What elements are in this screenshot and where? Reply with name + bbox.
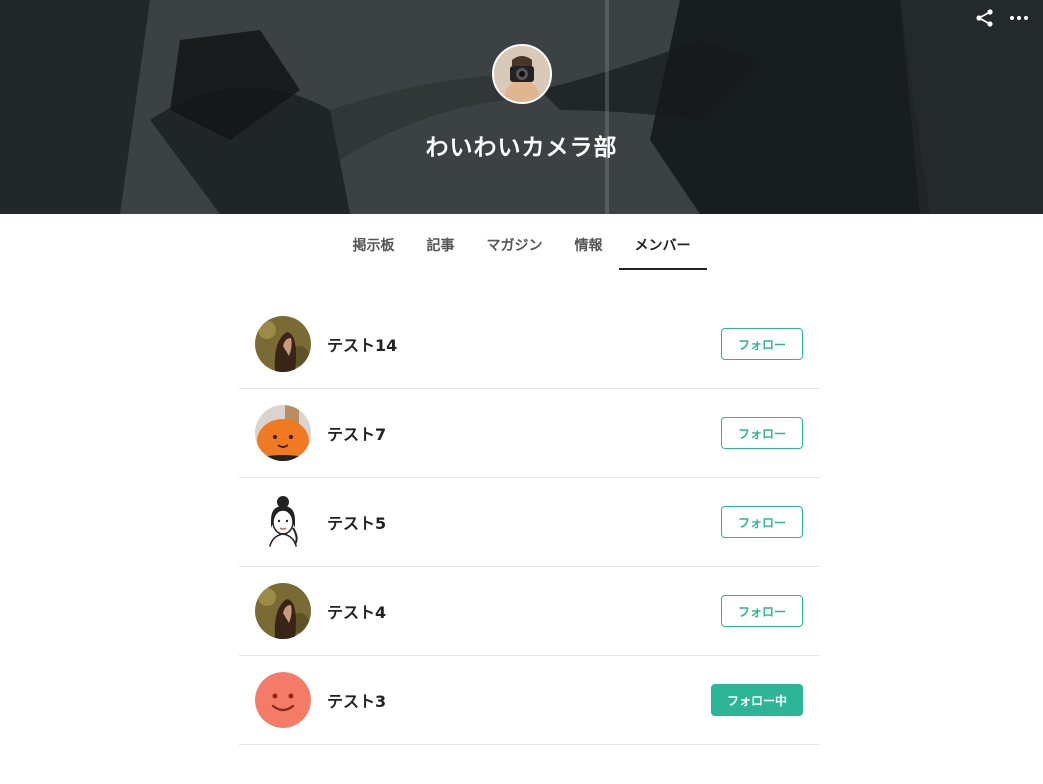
member-name[interactable]: テスト5: [327, 510, 721, 534]
more-icon[interactable]: [1007, 6, 1031, 30]
follow-button[interactable]: フォロー: [721, 595, 803, 627]
member-name[interactable]: テスト7: [327, 421, 721, 445]
member-row: テスト7 フォロー: [239, 389, 819, 478]
member-name[interactable]: テスト4: [327, 599, 721, 623]
follow-button[interactable]: フォロー: [721, 417, 803, 449]
follow-button[interactable]: フォロー: [721, 506, 803, 538]
member-avatar[interactable]: [255, 494, 311, 550]
circle-tabs: 掲示板 記事 マガジン 情報 メンバー: [0, 226, 1043, 270]
tab-members[interactable]: メンバー: [618, 226, 707, 270]
smiley-face-icon: [255, 672, 311, 728]
header-photo: [0, 0, 1043, 214]
tab-articles[interactable]: 記事: [411, 226, 471, 270]
member-avatar[interactable]: [255, 405, 311, 461]
member-avatar[interactable]: [255, 672, 311, 728]
member-row: テスト5 フォロー: [239, 478, 819, 567]
share-icon[interactable]: [973, 6, 997, 30]
follow-button[interactable]: フォロー: [721, 328, 803, 360]
member-name[interactable]: テスト3: [327, 688, 711, 712]
member-row: テスト14 フォロー: [239, 300, 819, 389]
circle-title: わいわいカメラ部: [425, 135, 618, 161]
member-avatar[interactable]: [255, 316, 311, 372]
circle-avatar: [492, 44, 552, 104]
tab-magazines[interactable]: マガジン: [471, 226, 559, 270]
member-row: テスト4 フォロー: [239, 567, 819, 656]
member-list: テスト14 フォロー テスト7 フォロー テスト5 フォロー テスト4 フォロー…: [239, 300, 819, 745]
member-avatar[interactable]: [255, 583, 311, 639]
member-name[interactable]: テスト14: [327, 332, 721, 356]
tab-info[interactable]: 情報: [559, 226, 619, 270]
member-row: テスト3 フォロー中: [239, 656, 819, 745]
circle-header: わいわいカメラ部: [0, 0, 1043, 214]
tab-board[interactable]: 掲示板: [337, 226, 411, 270]
following-button[interactable]: フォロー中: [711, 684, 803, 716]
